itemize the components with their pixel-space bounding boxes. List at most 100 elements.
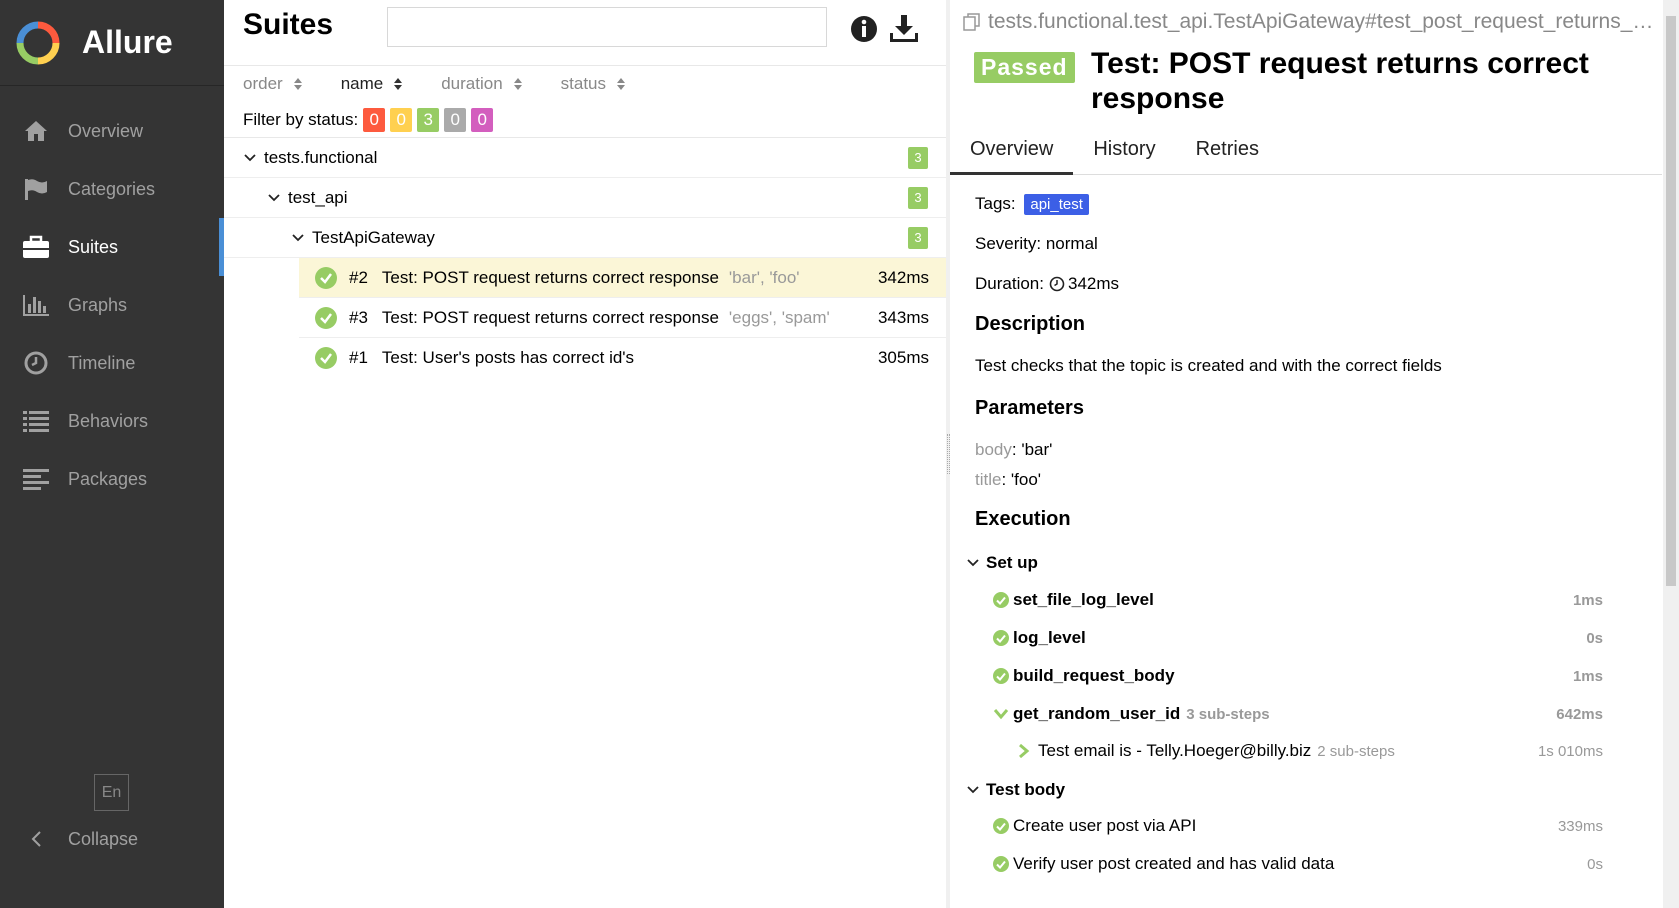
list-icon xyxy=(22,407,50,435)
suites-pane: Suites order name duration status Filter… xyxy=(224,0,948,908)
step-row[interactable]: set_file_log_level 1ms xyxy=(993,590,1603,610)
test-params: 'bar', 'foo' xyxy=(728,267,800,287)
step-name: log_level xyxy=(1013,628,1086,647)
stage-label: Test body xyxy=(986,780,1066,799)
collapse-button[interactable]: Collapse xyxy=(22,824,138,854)
substeps-count: 2 sub-steps xyxy=(1317,742,1395,760)
chevron-right-icon xyxy=(1019,744,1030,758)
sidebar-nav: Overview Categories Suites Graphs Timeli… xyxy=(0,102,224,508)
test-name: Test: POST request returns correct respo… xyxy=(381,307,719,327)
status-badge: Passed xyxy=(974,52,1075,83)
duration-line: Duration: 342ms xyxy=(975,274,1119,294)
tree-node-suite[interactable]: tests.functional 3 xyxy=(224,138,948,178)
search-input[interactable] xyxy=(387,7,827,47)
sidebar-item-label: Graphs xyxy=(68,294,128,315)
passed-check-icon xyxy=(315,306,337,329)
parameter-name: body xyxy=(975,440,1012,459)
language-button[interactable]: En xyxy=(94,774,129,811)
passed-check-icon xyxy=(315,266,337,289)
sort-bar: order name duration status xyxy=(224,66,948,102)
filter-failed-badge[interactable]: 0 xyxy=(363,107,386,132)
test-full-name: tests.functional.test_api.TestApiGateway… xyxy=(988,10,1657,33)
sidebar-item-suites[interactable]: Suites xyxy=(0,218,224,276)
tags-line: Tags: api_test xyxy=(975,194,1089,215)
step-row[interactable]: Create user post via API 339ms xyxy=(993,816,1603,836)
nested-step-row[interactable]: Test email is - Telly.Hoeger@billy.biz 2… xyxy=(1018,741,1603,761)
test-detail-pane: tests.functional.test_api.TestApiGateway… xyxy=(950,0,1662,908)
passed-check-icon xyxy=(993,592,1009,608)
test-number: #2 xyxy=(349,267,368,287)
passed-check-icon xyxy=(993,818,1009,834)
parameter-value: 'bar' xyxy=(1021,440,1053,459)
sidebar-item-label: Packages xyxy=(68,468,148,489)
tags-label: Tags: xyxy=(975,194,1016,213)
collapse-label: Collapse xyxy=(68,828,139,849)
passed-check-icon xyxy=(993,856,1009,872)
suites-header: Suites xyxy=(224,0,948,66)
test-number: #1 xyxy=(349,348,368,367)
chevron-down-icon xyxy=(266,193,282,203)
sidebar-item-timeline[interactable]: Timeline xyxy=(0,334,224,392)
chevron-down-icon xyxy=(967,559,979,567)
test-path[interactable]: tests.functional.test_api.TestApiGateway… xyxy=(962,10,1657,34)
test-row[interactable]: #1 Test: User's posts has correct id's 3… xyxy=(299,338,948,378)
filter-skipped-badge[interactable]: 0 xyxy=(444,107,467,132)
sort-name[interactable]: name xyxy=(341,74,404,94)
step-name: Test email is - Telly.Hoeger@billy.biz xyxy=(1038,741,1312,760)
step-row-expanded[interactable]: get_random_user_id 3 sub-steps 642ms xyxy=(993,704,1603,724)
brand[interactable]: Allure xyxy=(0,0,224,86)
status-filter: Filter by status: 0 0 3 0 0 xyxy=(224,102,948,138)
step-name: set_file_log_level xyxy=(1013,590,1154,609)
align-left-icon xyxy=(22,465,50,493)
tag-badge[interactable]: api_test xyxy=(1024,194,1089,215)
sort-order[interactable]: order xyxy=(243,74,303,94)
home-icon xyxy=(22,117,50,145)
step-row[interactable]: Verify user post created and has valid d… xyxy=(993,854,1603,874)
sidebar-item-label: Categories xyxy=(68,178,156,199)
test-name: Test: User's posts has correct id's xyxy=(381,348,635,367)
test-number: #3 xyxy=(349,307,368,327)
sidebar-item-graphs[interactable]: Graphs xyxy=(0,276,224,334)
sidebar-item-categories[interactable]: Categories xyxy=(0,160,224,218)
test-duration: 342ms xyxy=(877,267,929,287)
step-row[interactable]: log_level 0s xyxy=(993,628,1603,648)
sidebar-item-overview[interactable]: Overview xyxy=(0,102,224,160)
test-row[interactable]: #3 Test: POST request returns correct re… xyxy=(299,298,948,338)
sidebar-item-label: Behaviors xyxy=(68,410,149,431)
stage-test-body[interactable]: Test body xyxy=(966,780,1065,800)
sort-icon xyxy=(293,78,302,90)
step-duration: 339ms xyxy=(1557,817,1603,835)
copy-icon[interactable] xyxy=(962,12,982,32)
detail-scrollbar-thumb[interactable] xyxy=(1666,16,1676,586)
filter-broken-badge[interactable]: 0 xyxy=(390,107,413,132)
sidebar-item-behaviors[interactable]: Behaviors xyxy=(0,392,224,450)
clock-icon xyxy=(22,349,50,377)
sort-duration[interactable]: duration xyxy=(441,74,522,94)
tree-node-class[interactable]: TestApiGateway 3 xyxy=(224,218,948,258)
test-duration: 343ms xyxy=(877,307,929,327)
sort-icon xyxy=(617,78,626,90)
sort-icon xyxy=(513,78,522,90)
step-row[interactable]: build_request_body 1ms xyxy=(993,666,1603,686)
step-duration: 1s 010ms xyxy=(1537,742,1603,760)
download-icon[interactable] xyxy=(888,14,920,44)
bar-chart-icon xyxy=(22,291,50,319)
sort-status[interactable]: status xyxy=(561,74,626,94)
severity-line: Severity: normal xyxy=(975,234,1098,253)
parameters-title: Parameters xyxy=(975,397,1084,419)
passed-count-badge: 3 xyxy=(908,146,928,169)
tab-retries[interactable]: Retries xyxy=(1176,132,1279,175)
stage-setup[interactable]: Set up xyxy=(966,553,1038,573)
tree-node-module[interactable]: test_api 3 xyxy=(224,178,948,218)
filter-passed-badge[interactable]: 3 xyxy=(417,107,440,132)
duration-label: Duration: xyxy=(975,274,1044,293)
tab-history[interactable]: History xyxy=(1073,132,1175,175)
test-row[interactable]: #2 Test: POST request returns correct re… xyxy=(299,258,948,298)
filter-unknown-badge[interactable]: 0 xyxy=(471,107,494,132)
tab-overview[interactable]: Overview xyxy=(950,132,1074,175)
info-icon[interactable] xyxy=(849,14,879,44)
tree-node-label: test_api xyxy=(288,187,348,207)
tree-node-label: TestApiGateway xyxy=(312,227,435,247)
chevron-down-icon xyxy=(967,786,979,794)
sidebar-item-packages[interactable]: Packages xyxy=(0,450,224,508)
